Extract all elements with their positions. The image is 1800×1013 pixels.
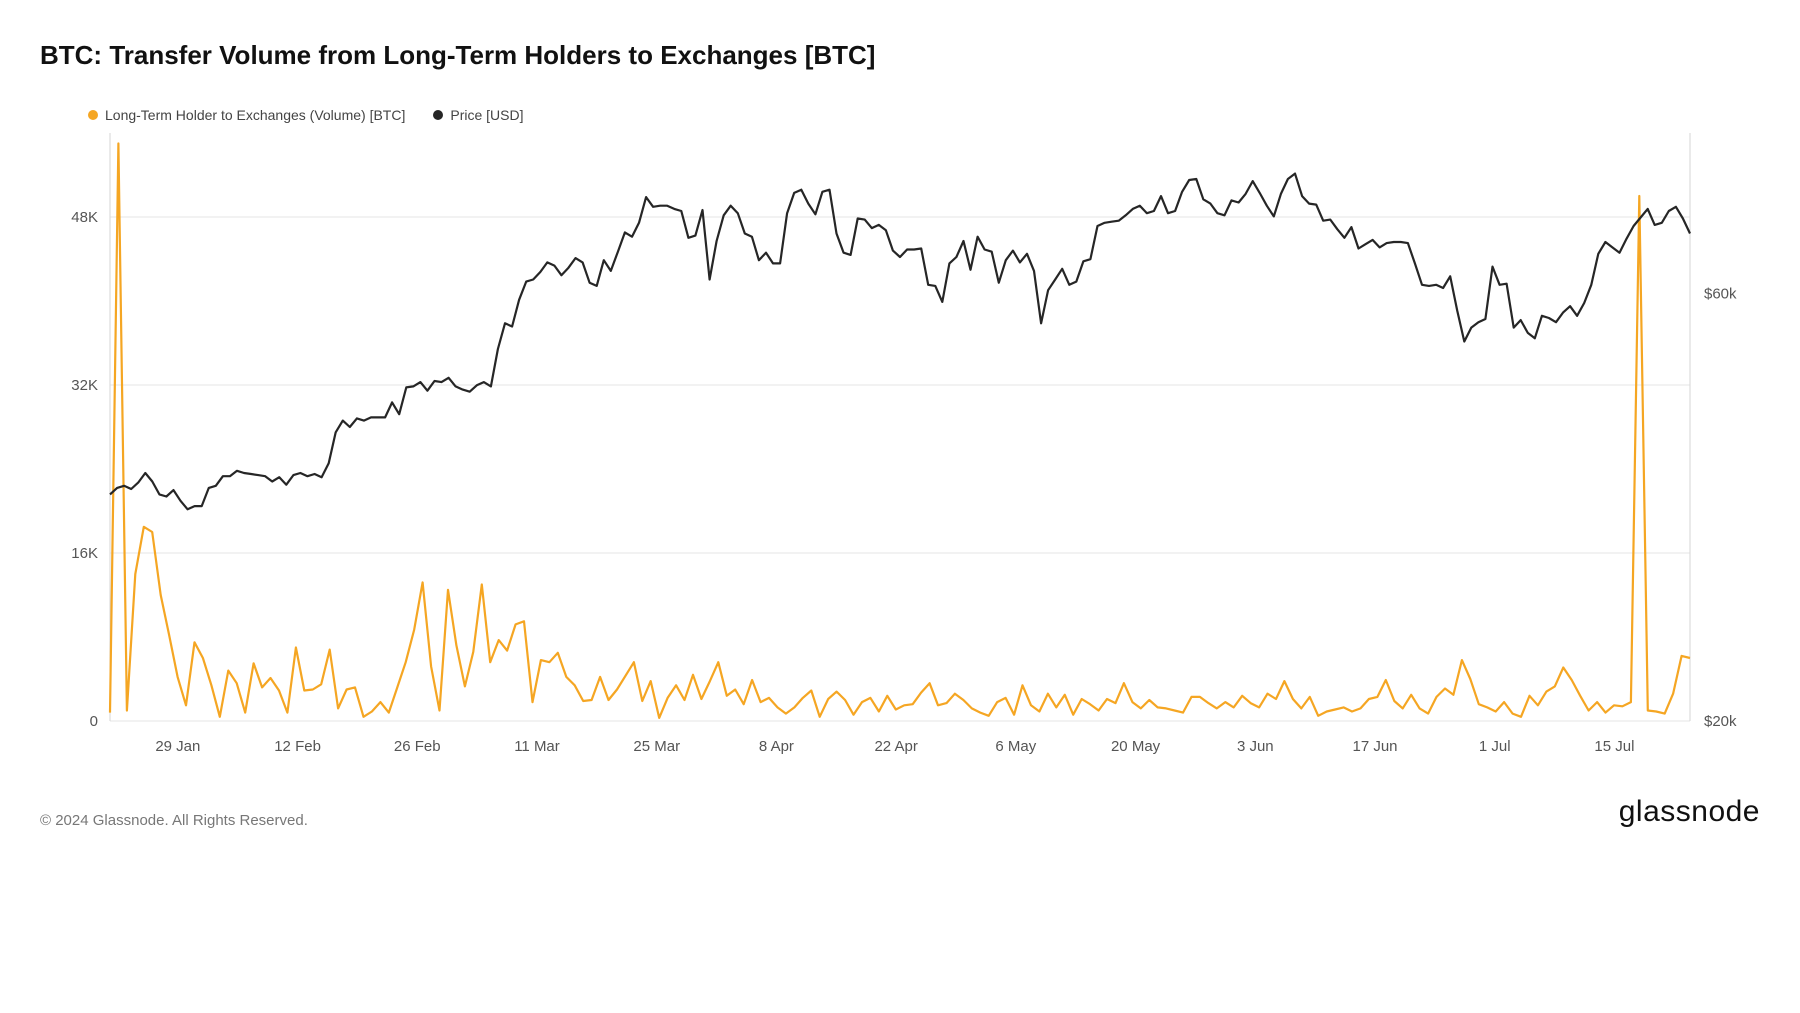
footer: © 2024 Glassnode. All Rights Reserved. g… [40, 795, 1760, 829]
svg-text:22 Apr: 22 Apr [874, 738, 917, 755]
svg-text:15 Jul: 15 Jul [1594, 738, 1634, 755]
svg-text:11 Mar: 11 Mar [514, 738, 560, 755]
legend: Long-Term Holder to Exchanges (Volume) [… [40, 107, 1760, 123]
chart-container: BTC: Transfer Volume from Long-Term Hold… [40, 40, 1760, 829]
svg-text:17 Jun: 17 Jun [1352, 738, 1397, 755]
copyright: © 2024 Glassnode. All Rights Reserved. [40, 812, 308, 829]
chart-title: BTC: Transfer Volume from Long-Term Hold… [40, 40, 1760, 71]
legend-item-volume: Long-Term Holder to Exchanges (Volume) [… [88, 107, 405, 123]
svg-text:29 Jan: 29 Jan [155, 738, 200, 755]
legend-dot-price [433, 110, 443, 120]
plot-area: 0 16K 32K 48K $20k $60k 29 Jan 12 Feb 26 Feb 11 M… [40, 127, 1760, 767]
svg-text:$20k: $20k [1704, 713, 1737, 730]
svg-text:16K: 16K [71, 545, 98, 562]
svg-text:3 Jun: 3 Jun [1237, 738, 1274, 755]
svg-text:8 Apr: 8 Apr [759, 738, 794, 755]
svg-text:25 Mar: 25 Mar [633, 738, 680, 755]
svg-text:26 Feb: 26 Feb [394, 738, 441, 755]
brand-logo: glassnode [1619, 795, 1760, 829]
svg-text:$60k: $60k [1704, 285, 1737, 302]
legend-dot-volume [88, 110, 98, 120]
chart-svg: 0 16K 32K 48K $20k $60k 29 Jan 12 Feb 26 Feb 11 M… [40, 127, 1760, 767]
svg-text:0: 0 [90, 713, 98, 730]
legend-label-volume: Long-Term Holder to Exchanges (Volume) [… [105, 107, 405, 123]
svg-text:20 May: 20 May [1111, 738, 1161, 755]
svg-text:1 Jul: 1 Jul [1479, 738, 1511, 755]
legend-label-price: Price [USD] [450, 107, 523, 123]
svg-text:12 Feb: 12 Feb [274, 738, 321, 755]
svg-text:32K: 32K [71, 377, 98, 394]
legend-item-price: Price [USD] [433, 107, 523, 123]
svg-text:48K: 48K [71, 209, 98, 226]
svg-text:6 May: 6 May [995, 738, 1036, 755]
